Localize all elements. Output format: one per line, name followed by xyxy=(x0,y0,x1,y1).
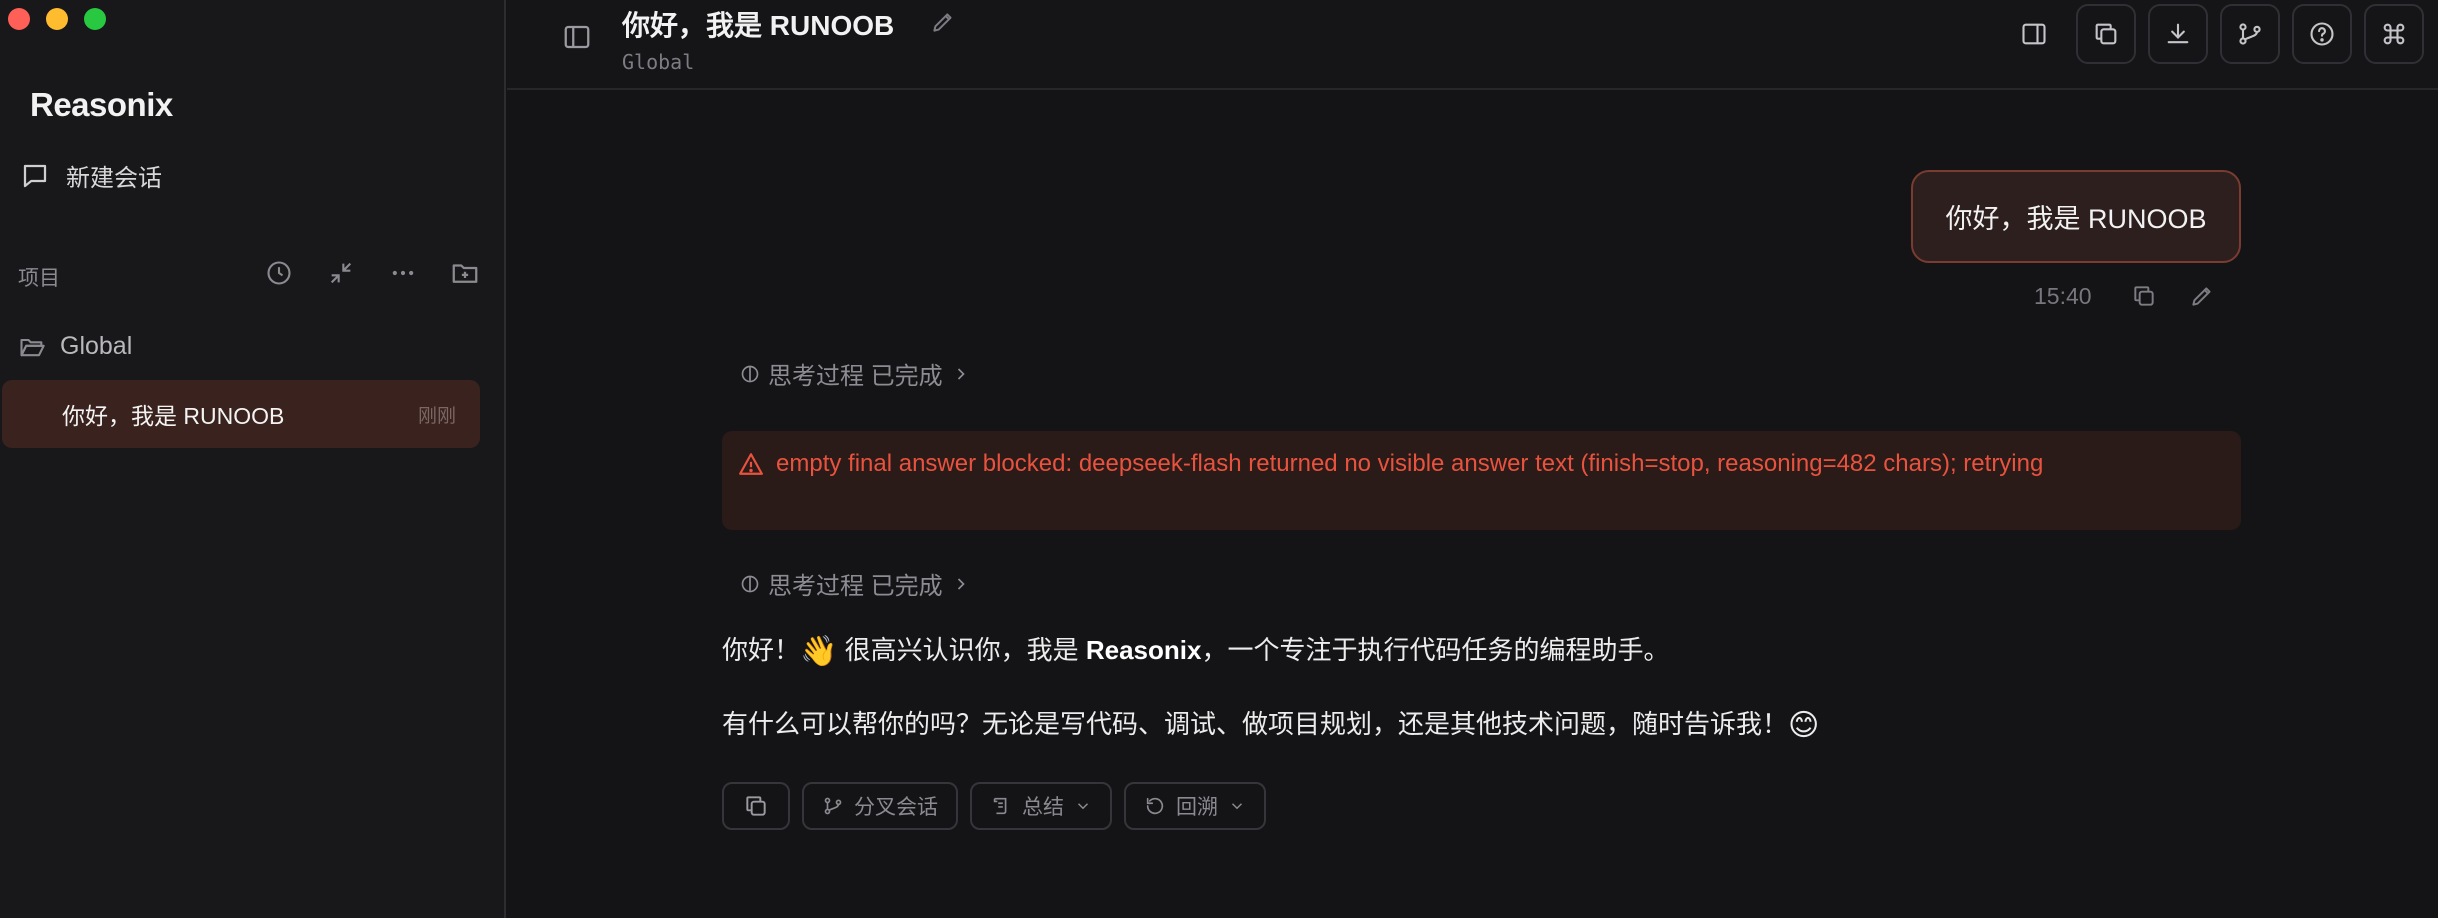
folder-open-icon xyxy=(20,338,45,356)
reply-text: 很高兴认识你，我是 xyxy=(837,635,1086,665)
reply-bold-name: Reasonix xyxy=(1085,635,1202,665)
thinking-label: 思考过程 已完成 xyxy=(768,573,943,600)
conversation-time: 刚刚 xyxy=(417,405,456,427)
conversation-item[interactable]: 你好，我是 RUNOOB 刚刚 xyxy=(2,380,480,448)
user-message-bubble: 你好，我是 RUNOOB xyxy=(1911,170,2241,263)
copy-icon xyxy=(2134,286,2154,306)
panel-toggle-button[interactable] xyxy=(2004,4,2064,64)
download-button[interactable] xyxy=(2148,4,2208,64)
conversation-title: 你好，我是 RUNOOB xyxy=(62,403,285,429)
projects-toolbar xyxy=(262,256,482,290)
brain-icon xyxy=(741,575,759,592)
chevron-down-icon xyxy=(1077,803,1089,810)
pencil-icon xyxy=(2192,287,2211,306)
rewind-label: 回溯 xyxy=(1176,796,1218,819)
warning-icon xyxy=(739,453,763,475)
branch-button[interactable] xyxy=(2220,4,2280,64)
undo-icon xyxy=(1146,797,1164,815)
thinking-toggle[interactable]: 思考过程 已完成 xyxy=(740,566,971,601)
assistant-reply-line: 你好！👋 很高兴认识你，我是 Reasonix，一个专注于执行代码任务的编程助手… xyxy=(722,630,1669,669)
branch-conversation-button[interactable]: 分叉会话 xyxy=(802,782,958,830)
waving-hand-icon: 👋 xyxy=(800,634,838,669)
brain-icon xyxy=(741,365,759,382)
pencil-icon xyxy=(933,13,952,32)
project-subtitle: Global xyxy=(622,50,695,74)
error-text: empty final answer blocked: deepseek-fla… xyxy=(776,450,2044,477)
user-message-meta: 15:40 xyxy=(2034,278,2220,314)
summary-label: 总结 xyxy=(1022,796,1064,819)
summary-button[interactable]: 总结 xyxy=(970,782,1112,830)
new-chat-label: 新建会话 xyxy=(66,165,162,192)
reply-greeting: 你好！ xyxy=(722,635,801,665)
close-window-button[interactable] xyxy=(8,8,30,30)
branch-icon xyxy=(2239,23,2261,45)
app-logo: Reasonix xyxy=(30,86,173,123)
thinking-toggle[interactable]: 思考过程 已完成 xyxy=(740,356,971,391)
rewind-button[interactable]: 回溯 xyxy=(1124,782,1266,830)
chat-bubble-icon xyxy=(23,164,47,187)
command-button[interactable] xyxy=(2364,4,2424,64)
collapse-icon[interactable] xyxy=(324,256,358,290)
help-button[interactable] xyxy=(2292,4,2352,64)
edit-title-button[interactable] xyxy=(925,4,961,40)
chevron-down-icon xyxy=(1231,803,1243,810)
chat-header: 你好，我是 RUNOOB Global xyxy=(507,0,2438,90)
new-chat-button[interactable]: 新建会话 xyxy=(20,158,162,193)
panel-icon xyxy=(2022,23,2046,45)
edit-message-button[interactable] xyxy=(2184,278,2220,314)
projects-section-label: 项目 xyxy=(18,267,60,290)
user-message-text: 你好，我是 RUNOOB xyxy=(1945,204,2207,234)
branch-icon xyxy=(824,797,842,815)
thinking-label: 思考过程 已完成 xyxy=(768,363,943,390)
more-icon[interactable] xyxy=(386,256,420,290)
copy-reply-button[interactable] xyxy=(722,782,790,830)
copy-button[interactable] xyxy=(2076,4,2136,64)
command-icon xyxy=(2383,23,2405,45)
copy-icon xyxy=(2095,23,2117,45)
copy-message-button[interactable] xyxy=(2126,278,2162,314)
window-controls xyxy=(8,8,106,30)
new-folder-icon[interactable] xyxy=(448,256,482,290)
help-icon xyxy=(2310,22,2334,46)
maximize-window-button[interactable] xyxy=(84,8,106,30)
copy-icon xyxy=(746,796,766,816)
page-title: 你好，我是 RUNOOB xyxy=(622,10,895,41)
smiling-face-icon: 😊 xyxy=(1788,708,1820,743)
header-actions xyxy=(2004,4,2424,64)
scroll-icon xyxy=(993,797,1007,815)
sidebar: Reasonix 新建会话 项目 Global 你好，我是 RUNOOB 刚刚 xyxy=(0,0,506,918)
reply-text: 有什么可以帮你的吗？无论是写代码、调试、做项目规划，还是其他技术问题，随时告诉我… xyxy=(722,709,1789,739)
history-icon[interactable] xyxy=(262,256,296,290)
download-icon xyxy=(2167,23,2189,44)
folder-label: Global xyxy=(60,332,133,360)
reply-actions: 分叉会话 总结 回溯 xyxy=(722,782,1266,830)
assistant-reply-line: 有什么可以帮你的吗？无论是写代码、调试、做项目规划，还是其他技术问题，随时告诉我… xyxy=(722,704,1819,743)
project-folder-global[interactable]: Global xyxy=(18,332,132,361)
sidebar-toggle-button[interactable] xyxy=(557,18,597,56)
chevron-right-icon xyxy=(957,367,965,380)
reply-text: ，一个专注于执行代码任务的编程助手。 xyxy=(1201,635,1670,665)
sidebar-toggle-icon xyxy=(564,25,590,49)
message-time: 15:40 xyxy=(2034,282,2092,309)
minimize-window-button[interactable] xyxy=(46,8,68,30)
branch-label: 分叉会话 xyxy=(854,796,938,819)
chevron-right-icon xyxy=(957,577,965,590)
error-message: empty final answer blocked: deepseek-fla… xyxy=(722,431,2241,530)
